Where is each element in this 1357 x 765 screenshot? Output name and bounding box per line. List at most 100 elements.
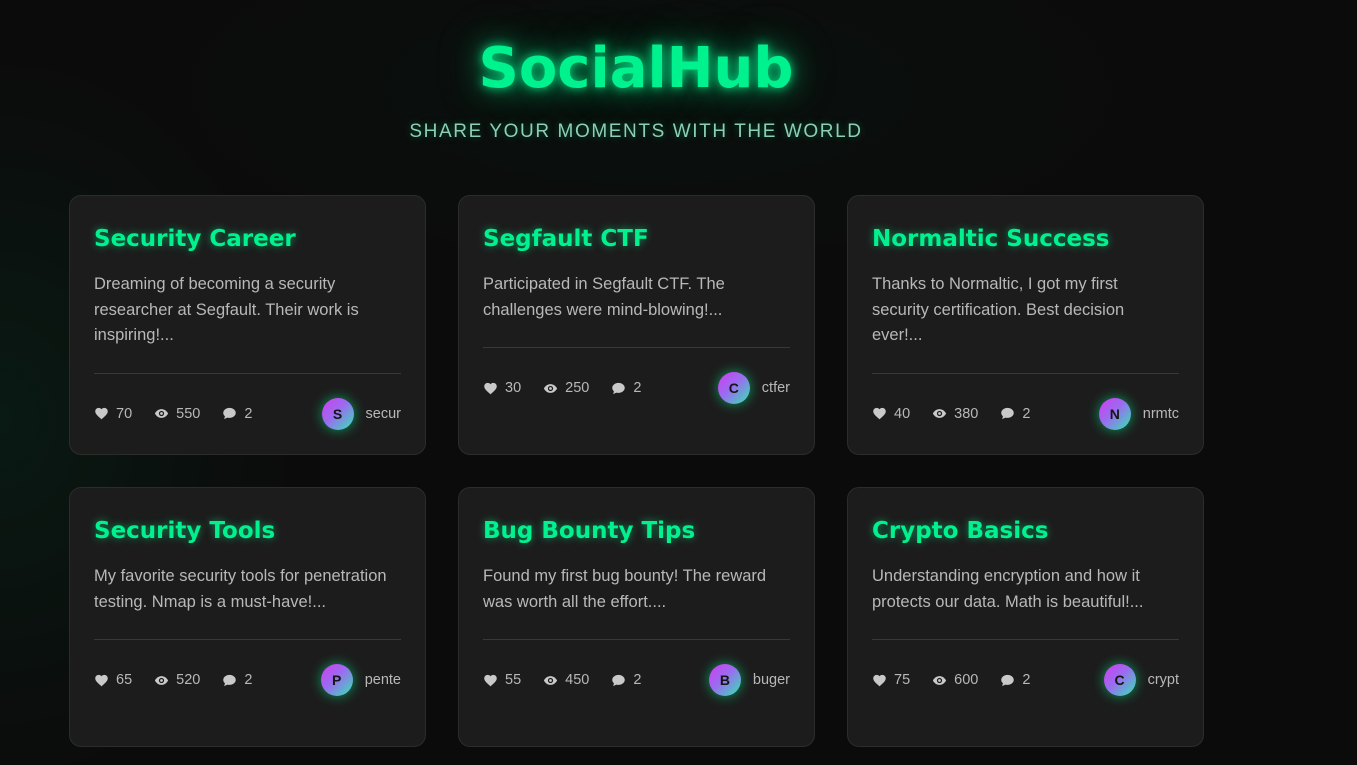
heart-icon (95, 407, 108, 420)
comment-icon (612, 674, 626, 686)
views-stat: 250 (543, 380, 589, 396)
post-title[interactable]: Normaltic Success (872, 224, 1179, 254)
views-stat: 380 (932, 406, 978, 422)
likes-count: 55 (505, 672, 522, 688)
comments-stat[interactable]: 2 (1000, 672, 1030, 688)
avatar[interactable]: P (320, 664, 353, 696)
heart-icon (484, 674, 497, 686)
post-card[interactable]: Normaltic Success Thanks to Normaltic, I… (847, 195, 1204, 455)
likes-stat[interactable]: 30 (483, 380, 521, 396)
post-author[interactable]: S secur (321, 397, 401, 430)
avatar[interactable]: B (708, 664, 741, 696)
author-name[interactable]: secur (366, 406, 401, 422)
views-count: 250 (565, 380, 590, 396)
comments-count: 2 (633, 672, 642, 688)
post-excerpt: Understanding encryption and how it prot… (872, 567, 1144, 611)
post-author[interactable]: B buger (708, 664, 790, 696)
comments-stat[interactable]: 2 (222, 406, 252, 422)
comments-stat[interactable]: 2 (222, 672, 252, 688)
author-name[interactable]: buger (753, 672, 790, 688)
post-card[interactable]: Security Career Dreaming of becoming a s… (69, 195, 426, 455)
post-excerpt: Dreaming of becoming a security research… (94, 275, 359, 344)
post-card[interactable]: Segfault CTF Participated in Segfault CT… (458, 195, 815, 455)
likes-count: 65 (116, 672, 133, 688)
comments-count: 2 (244, 672, 253, 688)
brand-title[interactable]: SocialHub (0, 36, 1272, 101)
card-divider (94, 639, 401, 640)
views-count: 450 (565, 672, 590, 688)
heart-icon (484, 382, 497, 394)
post-author[interactable]: C crypt (1103, 664, 1179, 696)
comments-count: 2 (1022, 405, 1031, 422)
post-author[interactable]: P pente (320, 664, 401, 696)
eye-icon (933, 675, 947, 685)
comment-icon (612, 382, 626, 394)
comment-icon (1001, 674, 1015, 686)
likes-stat[interactable]: 65 (94, 672, 132, 688)
comments-count: 2 (244, 405, 253, 422)
card-divider (483, 347, 790, 348)
views-stat: 450 (543, 672, 589, 688)
post-footer: 70 550 2 S secur (94, 396, 401, 432)
likes-count: 30 (505, 380, 522, 396)
post-footer: 65 520 2 P pente (94, 662, 401, 698)
post-excerpt: Participated in Segfault CTF. The challe… (483, 275, 725, 319)
likes-count: 70 (116, 405, 133, 422)
comment-icon (223, 674, 237, 686)
likes-count: 75 (894, 672, 911, 688)
post-excerpt: Thanks to Normaltic, I got my first secu… (872, 275, 1125, 344)
post-title[interactable]: Security Career (94, 224, 401, 254)
post-excerpt: Found my first bug bounty! The reward wa… (483, 567, 767, 611)
avatar[interactable]: C (1103, 664, 1136, 696)
author-name[interactable]: crypt (1148, 672, 1179, 688)
views-count: 380 (954, 405, 979, 422)
avatar[interactable]: C (717, 372, 750, 404)
comments-stat[interactable]: 2 (611, 380, 641, 396)
views-stat: 600 (932, 672, 978, 688)
heart-icon (873, 674, 886, 686)
views-count: 600 (954, 672, 979, 688)
likes-stat[interactable]: 75 (872, 672, 910, 688)
avatar[interactable]: N (1098, 397, 1131, 430)
card-divider (872, 372, 1179, 374)
post-title[interactable]: Segfault CTF (483, 224, 790, 254)
author-name[interactable]: pente (365, 672, 401, 688)
eye-icon (155, 409, 169, 418)
views-stat: 520 (154, 672, 200, 688)
post-title[interactable]: Crypto Basics (872, 516, 1179, 546)
eye-icon (544, 383, 558, 393)
comment-icon (1001, 407, 1015, 420)
views-stat: 550 (154, 406, 200, 422)
post-card[interactable]: Bug Bounty Tips Found my first bug bount… (458, 487, 815, 747)
post-excerpt: My favorite security tools for penetrati… (94, 567, 387, 611)
comments-stat[interactable]: 2 (1000, 406, 1030, 422)
views-count: 520 (176, 672, 201, 688)
card-divider (483, 639, 790, 640)
card-divider (94, 372, 401, 374)
heart-icon (95, 674, 108, 686)
tagline: SHARE YOUR MOMENTS WITH THE WORLD (409, 121, 863, 142)
comments-count: 2 (633, 380, 642, 396)
post-author[interactable]: N nrmtc (1098, 397, 1179, 430)
author-name[interactable]: ctfer (762, 380, 790, 396)
heart-icon (873, 407, 886, 420)
likes-stat[interactable]: 70 (94, 406, 132, 422)
eye-icon (933, 409, 947, 418)
post-title[interactable]: Security Tools (94, 516, 401, 546)
avatar[interactable]: S (321, 397, 354, 430)
views-count: 550 (176, 405, 201, 422)
post-footer: 75 600 2 C crypt (872, 662, 1179, 698)
likes-stat[interactable]: 40 (872, 406, 910, 422)
post-footer: 55 450 2 B buger (483, 662, 790, 698)
post-title[interactable]: Bug Bounty Tips (483, 516, 790, 546)
post-card[interactable]: Crypto Basics Understanding encryption a… (847, 487, 1204, 747)
likes-count: 40 (894, 405, 911, 422)
comments-stat[interactable]: 2 (611, 672, 641, 688)
post-card[interactable]: Security Tools My favorite security tool… (69, 487, 426, 747)
post-footer: 40 380 2 N nrmtc (872, 396, 1179, 432)
eye-icon (544, 675, 558, 685)
author-name[interactable]: nrmtc (1143, 406, 1179, 422)
likes-stat[interactable]: 55 (483, 672, 521, 688)
comment-icon (223, 407, 237, 420)
post-author[interactable]: C ctfer (717, 372, 790, 404)
